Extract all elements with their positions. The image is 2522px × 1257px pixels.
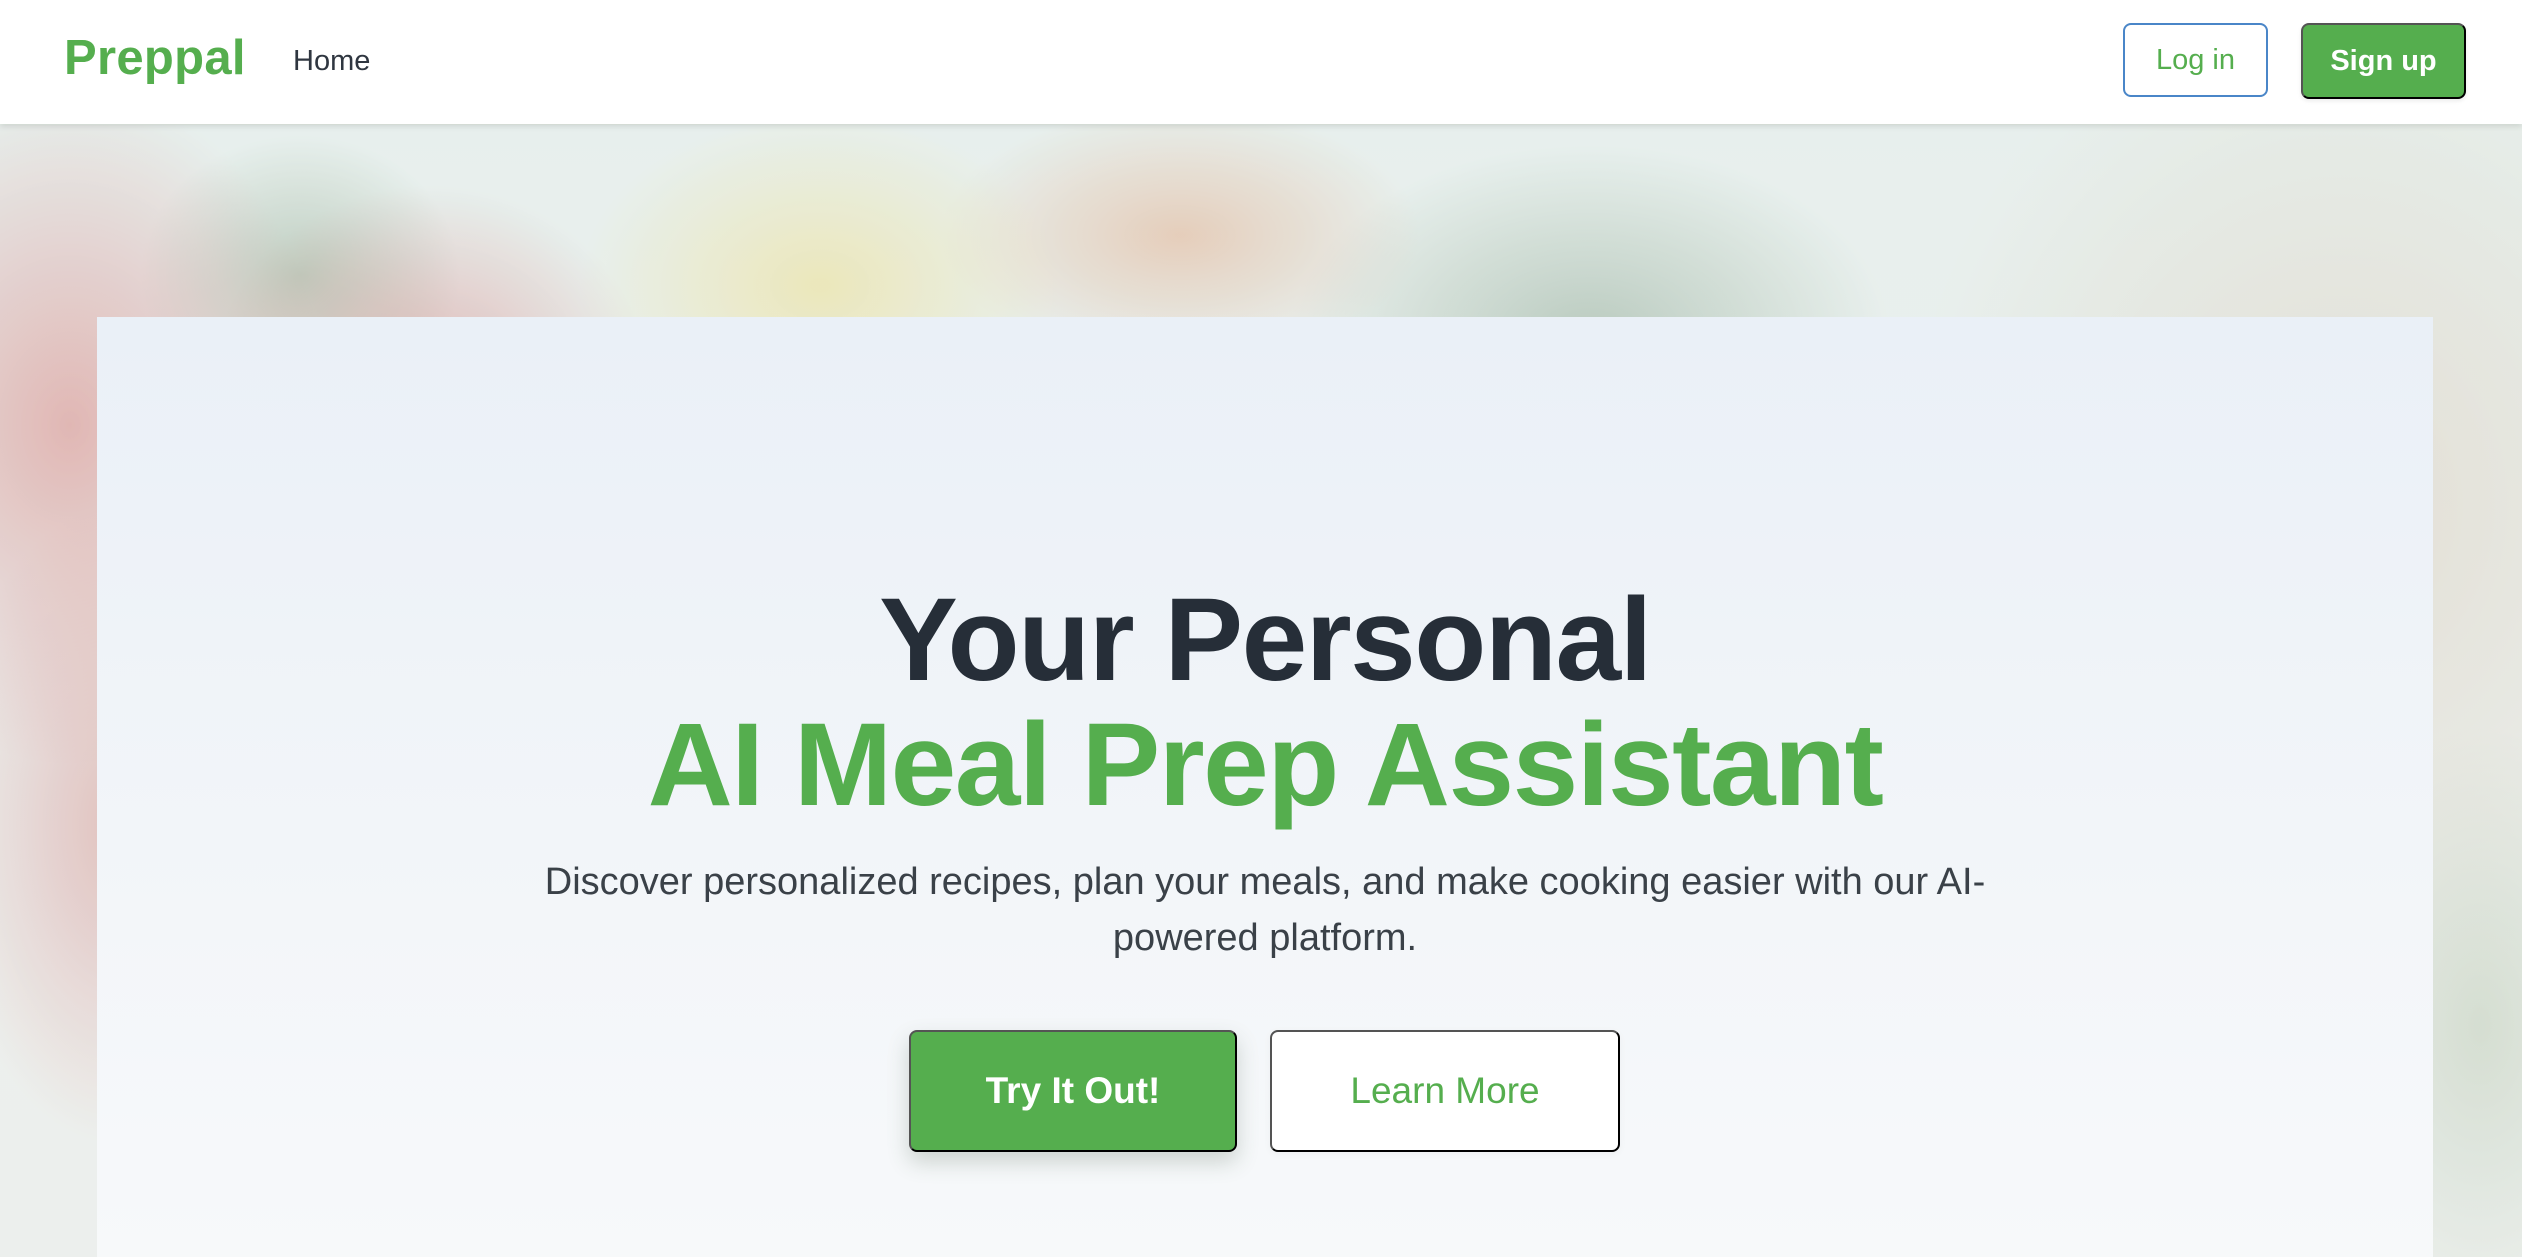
hero-subtitle: Discover personalized recipes, plan your…	[544, 861, 1986, 959]
hero-title-line-1: Your Personal	[879, 574, 1652, 706]
top-navbar: Preppal Home Log in Sign up	[0, 0, 2522, 124]
try-it-out-button[interactable]: Try It Out!	[909, 1030, 1237, 1152]
hero-title-line-2: AI Meal Prep Assistant	[647, 699, 1884, 831]
learn-more-button[interactable]: Learn More	[1270, 1030, 1620, 1152]
signup-button[interactable]: Sign up	[2301, 23, 2466, 99]
landing-page: Preppal Home Log in Sign up Your Persona…	[0, 0, 2522, 1257]
nav-home-link[interactable]: Home	[293, 45, 370, 78]
login-button[interactable]: Log in	[2123, 23, 2268, 97]
hero-card: Your Personal AI Meal Prep Assistant Dis…	[97, 317, 2433, 1257]
brand-logo[interactable]: Preppal	[64, 30, 246, 86]
